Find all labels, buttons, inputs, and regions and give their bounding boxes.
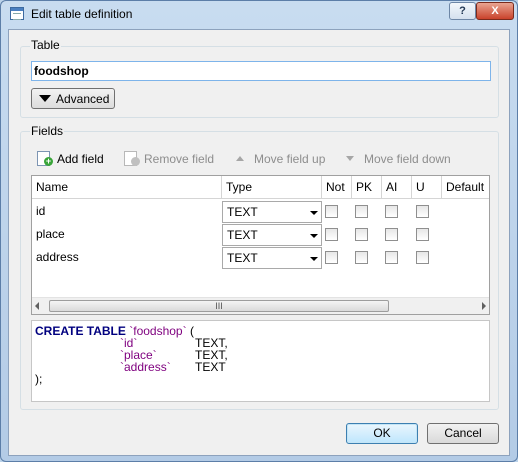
- field-type-select[interactable]: TEXT: [222, 247, 322, 269]
- unique-checkbox[interactable]: [416, 228, 429, 241]
- help-button[interactable]: ?: [449, 2, 476, 20]
- ok-button[interactable]: OK: [346, 423, 418, 444]
- fields-group-label: Fields: [30, 124, 65, 138]
- chevron-down-icon: [310, 234, 318, 238]
- table-row[interactable]: address TEXT: [32, 246, 489, 269]
- pk-checkbox[interactable]: [355, 251, 368, 264]
- sql-column-type: TEXT: [195, 360, 226, 374]
- sql-preview[interactable]: CREATE TABLE `foodshop` ( `id` TEXT, `pl…: [31, 320, 490, 402]
- table-row[interactable]: place TEXT: [32, 223, 489, 246]
- remove-field-label: Remove field: [144, 152, 215, 166]
- add-field-button[interactable]: + Add field: [37, 150, 117, 168]
- plus-icon: +: [44, 156, 53, 166]
- move-field-down-label: Move field down: [364, 152, 451, 166]
- sql-table-identifier: `foodshop`: [129, 324, 187, 338]
- not-null-checkbox[interactable]: [325, 228, 338, 241]
- unique-checkbox[interactable]: [416, 205, 429, 218]
- column-header-pk[interactable]: PK: [352, 176, 382, 199]
- table-icon: [10, 7, 24, 20]
- column-header-type[interactable]: Type: [222, 176, 322, 199]
- arrow-up-icon: [236, 156, 244, 161]
- advanced-button[interactable]: Advanced: [31, 88, 115, 109]
- table-group-label: Table: [30, 38, 61, 52]
- chevron-down-icon: [310, 257, 318, 261]
- sql-keyword: CREATE TABLE: [35, 324, 126, 338]
- fields-table: Name Type Not PK AI U Default id TEXT pl…: [31, 175, 490, 315]
- dialog-client: Table foodshop Advanced Fields + Add fie…: [8, 29, 510, 456]
- close-button[interactable]: X: [476, 2, 514, 20]
- field-name-cell[interactable]: place: [36, 227, 65, 241]
- unique-checkbox[interactable]: [416, 251, 429, 264]
- horizontal-scrollbar[interactable]: III: [32, 297, 489, 314]
- sql-open-paren: (: [189, 324, 194, 338]
- field-type-value: TEXT: [227, 251, 258, 265]
- field-type-select[interactable]: TEXT: [222, 201, 322, 223]
- field-type-value: TEXT: [227, 205, 258, 219]
- dialog-window: Edit table definition ? X Table foodshop…: [0, 0, 518, 462]
- scroll-left-icon[interactable]: [35, 302, 39, 310]
- table-row[interactable]: id TEXT: [32, 200, 489, 223]
- add-field-label: Add field: [57, 152, 104, 166]
- advanced-button-label: Advanced: [56, 92, 110, 106]
- ai-checkbox[interactable]: [385, 251, 398, 264]
- sql-close: );: [35, 372, 43, 386]
- cancel-button[interactable]: Cancel: [427, 423, 499, 444]
- table-name-input[interactable]: foodshop: [31, 61, 491, 81]
- window-title: Edit table definition: [31, 7, 133, 21]
- pk-checkbox[interactable]: [355, 228, 368, 241]
- field-name-cell[interactable]: address: [36, 250, 79, 264]
- not-null-checkbox[interactable]: [325, 251, 338, 264]
- column-header-u[interactable]: U: [412, 176, 442, 199]
- sql-column-identifier: `address`: [120, 360, 171, 374]
- title-bar[interactable]: Edit table definition ? X: [1, 1, 517, 27]
- not-null-checkbox[interactable]: [325, 205, 338, 218]
- scroll-right-icon[interactable]: [482, 302, 486, 310]
- move-field-up-button[interactable]: Move field up: [234, 150, 334, 168]
- move-field-up-label: Move field up: [254, 152, 326, 166]
- fields-table-header: Name Type Not PK AI U Default: [32, 176, 489, 199]
- field-type-value: TEXT: [227, 228, 258, 242]
- triangle-down-icon: [39, 95, 51, 102]
- arrow-down-icon: [346, 156, 354, 161]
- column-header-default[interactable]: Default: [442, 176, 489, 199]
- remove-field-button[interactable]: Remove field: [124, 150, 224, 168]
- ai-checkbox[interactable]: [385, 205, 398, 218]
- field-name-cell[interactable]: id: [36, 204, 45, 218]
- field-type-select[interactable]: TEXT: [222, 224, 322, 246]
- ai-checkbox[interactable]: [385, 228, 398, 241]
- column-header-name[interactable]: Name: [32, 176, 222, 199]
- minus-icon: [131, 157, 140, 166]
- pk-checkbox[interactable]: [355, 205, 368, 218]
- chevron-down-icon: [310, 211, 318, 215]
- move-field-down-button[interactable]: Move field down: [344, 150, 459, 168]
- column-header-ai[interactable]: AI: [382, 176, 412, 199]
- column-header-not[interactable]: Not: [322, 176, 352, 199]
- scrollbar-thumb[interactable]: III: [49, 300, 389, 312]
